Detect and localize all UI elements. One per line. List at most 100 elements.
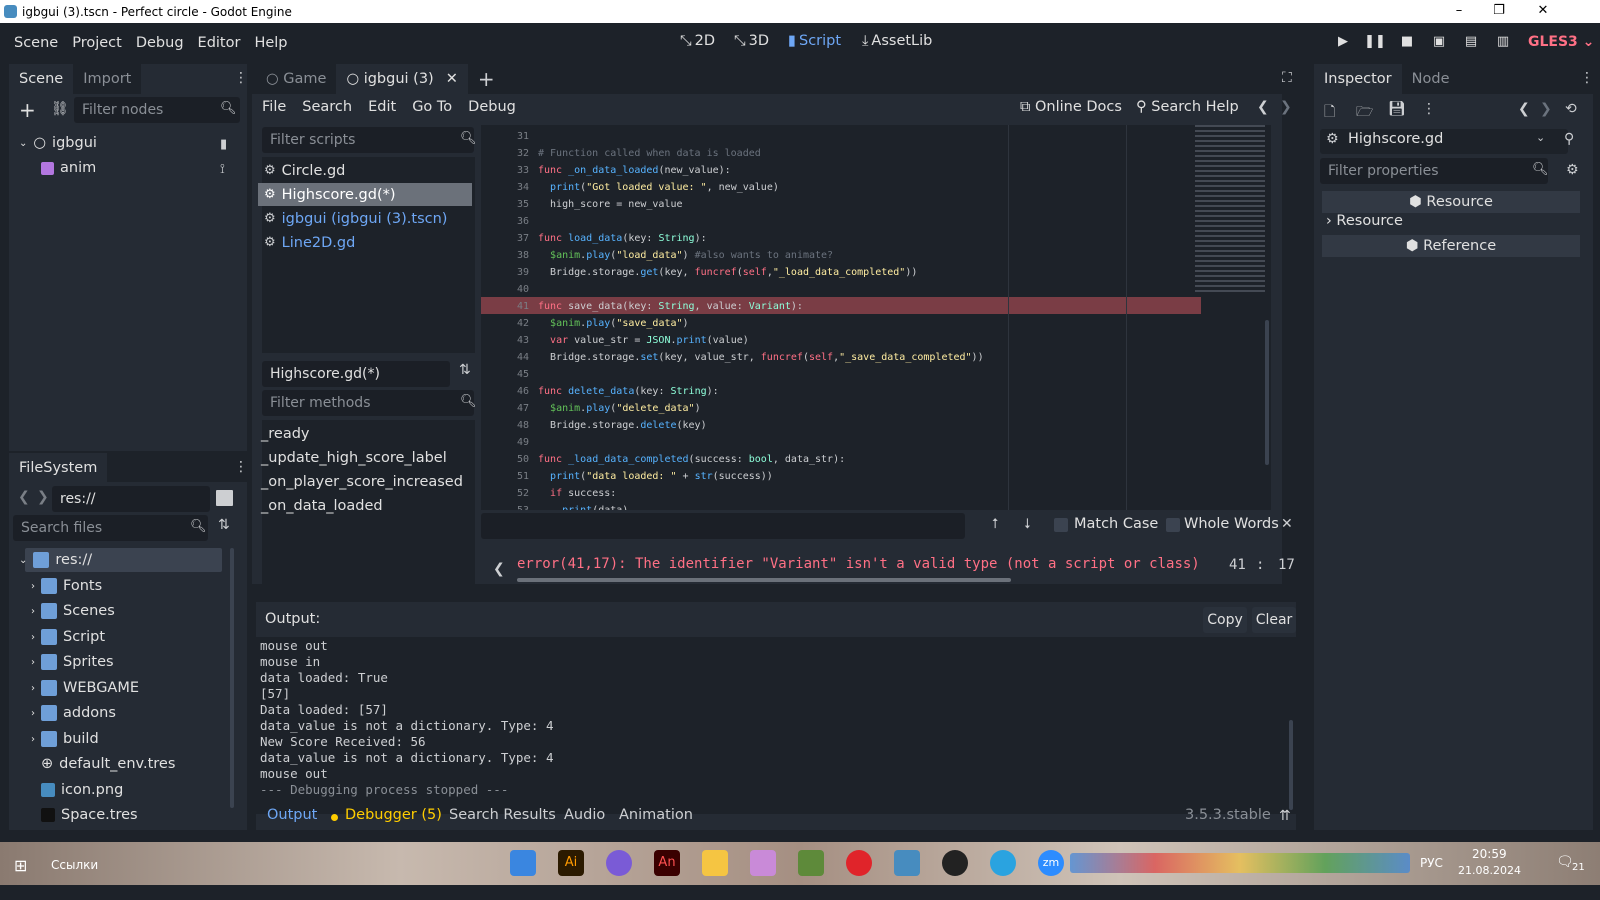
link-icon[interactable]: ⛓ (51, 101, 69, 117)
script-menu-debug[interactable]: Debug (468, 99, 516, 115)
close-find-icon[interactable]: ✕ (1281, 516, 1293, 532)
minecraft-icon[interactable] (798, 850, 824, 876)
back-icon[interactable]: ❮ (18, 489, 30, 505)
tab-game[interactable]: ○ Game (256, 64, 336, 94)
script-item-circle[interactable]: ⚙ Circle.gd (258, 159, 472, 182)
signal-icon[interactable]: ⟟ (220, 162, 225, 177)
online-docs-button[interactable]: ⧉ Online Docs (1020, 99, 1122, 115)
tab-inspector[interactable]: Inspector (1314, 64, 1402, 94)
bottom-tab-audio[interactable]: Audio (564, 807, 605, 823)
script-menu-edit[interactable]: Edit (368, 99, 396, 115)
save-icon[interactable]: 💾︎ (1388, 101, 1406, 117)
code-editor[interactable]: 31 32 33 34 35 36 37 38 39 40 41 42 43 4… (481, 125, 1271, 510)
windows-start-icon[interactable]: ⊞ (14, 856, 27, 875)
history-icon[interactable]: ⟲ (1565, 101, 1577, 117)
script-menu-goto[interactable]: Go To (412, 99, 452, 115)
resource-group[interactable]: › Resource (1326, 213, 1403, 229)
clock-date[interactable]: 21.08.2024 (1458, 864, 1521, 877)
workspace-3d-button[interactable]: ⤡ 3D (734, 33, 769, 49)
telegram-icon[interactable] (990, 850, 1016, 876)
tree-node-igbgui[interactable]: ⌄ ○ igbgui (19, 135, 97, 151)
find-input[interactable] (481, 513, 965, 539)
taskbar-app-icon[interactable] (750, 850, 776, 876)
filter-properties-input[interactable]: Filter properties (1320, 158, 1548, 184)
new-resource-icon[interactable]: 🗋 (1324, 101, 1335, 125)
history-forward-icon[interactable]: ❯ (1280, 99, 1292, 115)
code-scrollbar[interactable] (1265, 320, 1269, 465)
bottom-tab-debugger[interactable]: Debugger (5) (345, 807, 442, 823)
script-item-highscore[interactable]: ⚙ Highscore.gd(*) (258, 183, 472, 206)
animate-icon[interactable]: An (654, 850, 680, 876)
bottom-tab-animation[interactable]: Animation (619, 807, 693, 823)
error-message[interactable]: error(41,17): The identifier "Variant" i… (517, 556, 1201, 572)
method-item[interactable]: _update_high_score_label (261, 450, 447, 466)
history-forward-icon[interactable]: ❯ (1540, 101, 1552, 117)
sort-methods-icon[interactable]: ⇅ (459, 362, 471, 378)
split-view-icon[interactable] (216, 490, 233, 506)
godot-icon[interactable] (894, 850, 920, 876)
fs-item-webgame[interactable]: › WEBGAME (31, 680, 139, 696)
filesystem-menu-icon[interactable]: ⋮ (234, 459, 248, 475)
bottom-tab-output[interactable]: Output (267, 807, 317, 823)
fs-item-fonts[interactable]: › Fonts (31, 578, 102, 594)
menu-debug[interactable]: Debug (129, 35, 191, 51)
more-options-icon[interactable]: ⋮ (1422, 101, 1436, 117)
method-item[interactable]: _on_data_loaded (261, 498, 383, 514)
path-input[interactable]: res:// (52, 486, 210, 512)
play-scene-icon[interactable]: ▣ (1428, 34, 1450, 54)
search-help-button[interactable]: ⚲ Search Help (1136, 99, 1239, 115)
illustrator-icon[interactable]: Ai (558, 850, 584, 876)
fs-item-root[interactable]: ⌄ res:// (19, 552, 92, 568)
method-item[interactable]: _on_player_score_increased (261, 474, 463, 490)
play-custom-scene-icon[interactable]: ▤ (1460, 34, 1482, 54)
find-next-icon[interactable]: ⭣ (1024, 516, 1031, 532)
script-item-line2d[interactable]: ⚙ Line2D.gd (258, 231, 472, 254)
fs-item-space-tres[interactable]: Space.tres (41, 807, 138, 823)
close-tab-icon[interactable]: ✕ (446, 71, 458, 87)
movie-icon[interactable]: ▥ (1492, 34, 1514, 54)
workspace-script-button[interactable]: ▮ Script (788, 33, 841, 49)
filter-methods-input[interactable]: Filter methods (262, 390, 474, 416)
output-scrollbar[interactable] (1289, 720, 1293, 810)
menu-scene[interactable]: Scene (7, 35, 65, 51)
tab-igbgui[interactable]: ○ igbgui (3) ✕ (336, 64, 468, 94)
object-properties-icon[interactable]: ⚲ (1564, 131, 1574, 147)
method-item[interactable]: _ready (261, 426, 309, 442)
taskbar-app-icon[interactable] (510, 850, 536, 876)
close-window-button[interactable]: ✕ (1520, 0, 1566, 23)
opera-icon[interactable] (846, 850, 872, 876)
stop-icon[interactable]: ■ (1396, 34, 1418, 54)
scene-menu-icon[interactable]: ⋮ (234, 70, 248, 86)
system-tray-icons[interactable] (1070, 853, 1410, 873)
tab-node[interactable]: Node (1401, 64, 1460, 94)
search-files-input[interactable]: Search files (13, 515, 208, 541)
error-scrollbar[interactable] (517, 578, 1011, 582)
obs-icon[interactable] (942, 850, 968, 876)
filesystem-scrollbar[interactable] (230, 548, 234, 808)
workspace-2d-button[interactable]: ⤡ 2D (680, 33, 715, 49)
fs-item-build[interactable]: › build (31, 731, 99, 747)
workspace-assetlib-button[interactable]: ⤓ AssetLib (862, 33, 932, 49)
whole-words-checkbox[interactable] (1166, 518, 1180, 532)
fs-item-icon-png[interactable]: icon.png (41, 782, 123, 798)
viber-icon[interactable] (606, 850, 632, 876)
error-toggle-icon[interactable]: ❮ (493, 561, 505, 577)
tree-node-anim[interactable]: anim (41, 160, 96, 176)
menu-project[interactable]: Project (65, 35, 129, 51)
fs-item-scenes[interactable]: › Scenes (31, 603, 115, 619)
copy-button[interactable]: Copy (1203, 607, 1247, 633)
history-back-icon[interactable]: ❮ (1257, 99, 1269, 115)
sort-icon[interactable]: ⇅ (218, 517, 230, 533)
expand-panel-icon[interactable]: ⇈ (1279, 808, 1291, 824)
clear-button[interactable]: Clear (1252, 607, 1296, 633)
menu-help[interactable]: Help (247, 35, 294, 51)
property-settings-icon[interactable]: ⚙ (1566, 162, 1579, 178)
pause-icon[interactable]: ❚❚ (1364, 34, 1386, 54)
fs-item-script[interactable]: › Script (31, 629, 105, 645)
script-menu-search[interactable]: Search (302, 99, 352, 115)
open-folder-icon[interactable]: 🗁 (1356, 101, 1373, 125)
match-case-checkbox[interactable] (1054, 518, 1068, 532)
script-item-igbgui[interactable]: ⚙ igbgui (igbgui (3).tscn) (258, 207, 472, 230)
filter-nodes-input[interactable]: Filter nodes (74, 97, 240, 123)
add-node-icon[interactable]: + (19, 98, 36, 122)
